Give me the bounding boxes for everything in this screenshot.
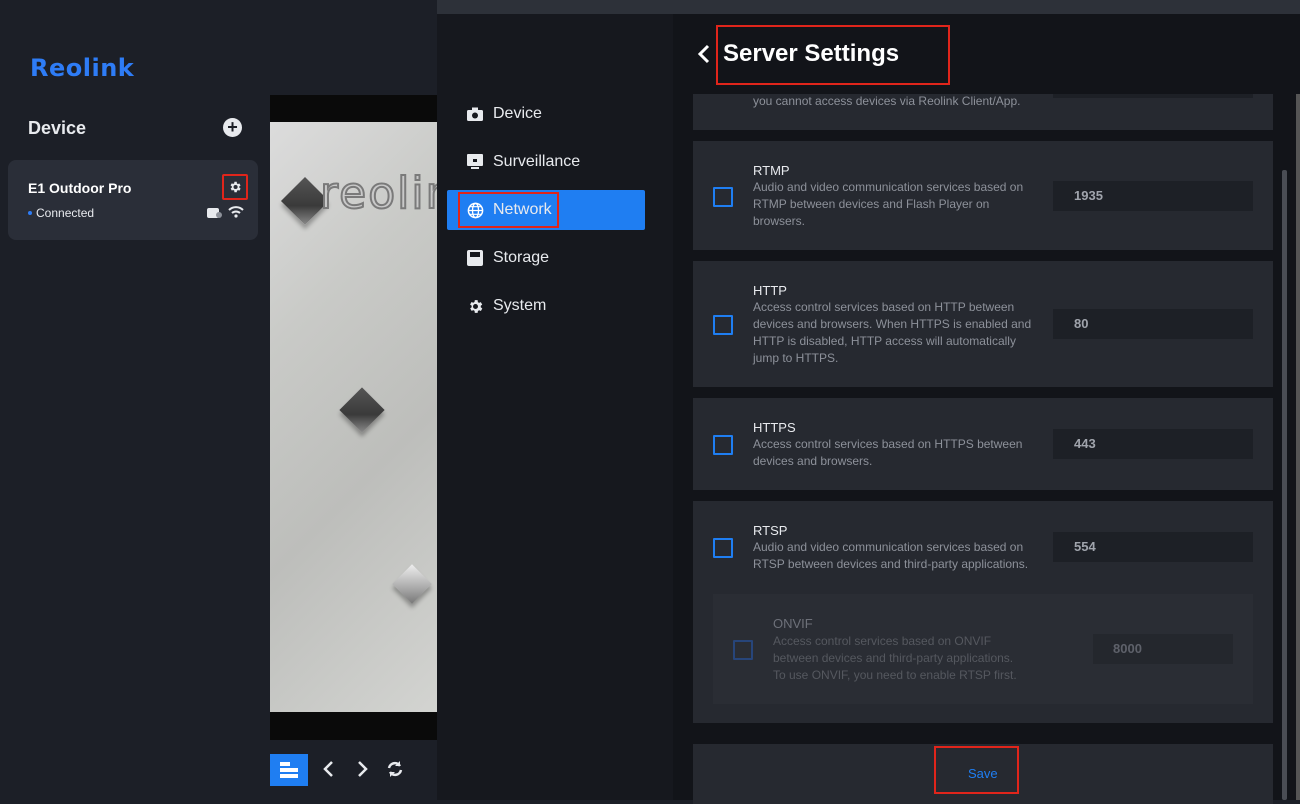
wifi-icon [228, 205, 244, 224]
storage-icon [466, 249, 484, 267]
onvif-checkbox[interactable] [733, 640, 753, 660]
monitor-icon [466, 153, 484, 171]
status-indicator [28, 211, 32, 215]
save-highlight-box [934, 746, 1019, 794]
nav-item-label: Device [493, 105, 542, 122]
device-status: Connected [36, 206, 95, 220]
service-name: HTTP [753, 283, 787, 298]
service-description: Access control services based on HTTPS b… [753, 437, 1023, 468]
service-name: RTSP [753, 523, 788, 538]
sd-card-icon [207, 206, 223, 224]
onvif-port-input[interactable]: 8000 [1093, 634, 1233, 664]
chevron-left-icon [697, 44, 710, 64]
service-description: Audio and video communication services b… [753, 540, 1029, 571]
device-settings-button[interactable] [222, 174, 248, 200]
device-list-title: Device [28, 118, 87, 138]
http-port-input[interactable]: 80 [1053, 309, 1253, 339]
back-button[interactable] [697, 44, 711, 69]
http-checkbox[interactable] [713, 315, 733, 335]
scrollbar[interactable] [1282, 170, 1287, 800]
refresh-icon[interactable] [386, 760, 404, 783]
port-field-partial [1053, 94, 1253, 98]
layout-icon [280, 762, 298, 778]
title-highlight-box [716, 25, 950, 85]
nav-item-surveillance[interactable]: Surveillance [447, 142, 645, 182]
nav-item-system[interactable]: System [447, 286, 645, 326]
nav-item-label: System [493, 297, 547, 314]
reolink-logo: Reolink [30, 54, 135, 82]
rtmp-port-input[interactable]: 1935 [1053, 181, 1253, 211]
nav-item-label: Surveillance [493, 153, 581, 170]
service-description: Access control services based on ONVIF be… [773, 634, 1017, 682]
nav-item-storage[interactable]: Storage [447, 238, 645, 278]
service-description: you cannot access devices via Reolink Cl… [753, 94, 1021, 108]
layout-button[interactable] [270, 754, 308, 786]
service-description: Access control services based on HTTP be… [753, 300, 1032, 365]
nav-item-label: Storage [493, 249, 550, 266]
service-description: Audio and video communication services b… [753, 180, 1024, 228]
gear-icon [466, 297, 484, 315]
service-name: HTTPS [753, 420, 796, 435]
camera-icon [466, 105, 484, 123]
device-name: E1 Outdoor Pro [28, 180, 132, 196]
add-device-button[interactable]: + [223, 118, 242, 137]
window-edge [1296, 94, 1300, 800]
device-card[interactable] [8, 160, 258, 240]
rtsp-checkbox[interactable] [713, 538, 733, 558]
https-port-input[interactable]: 443 [1053, 429, 1253, 459]
chevron-left-icon[interactable] [322, 760, 336, 783]
network-highlight-box [458, 192, 559, 228]
https-checkbox[interactable] [713, 435, 733, 455]
service-name: RTMP [753, 163, 790, 178]
nav-item-device[interactable]: Device [447, 94, 645, 134]
service-name: ONVIF [773, 616, 813, 631]
rtmp-checkbox[interactable] [713, 187, 733, 207]
gear-icon [230, 181, 241, 193]
settings-window-top [437, 0, 1300, 14]
rtsp-port-input[interactable]: 554 [1053, 532, 1253, 562]
chevron-right-icon[interactable] [355, 760, 369, 783]
